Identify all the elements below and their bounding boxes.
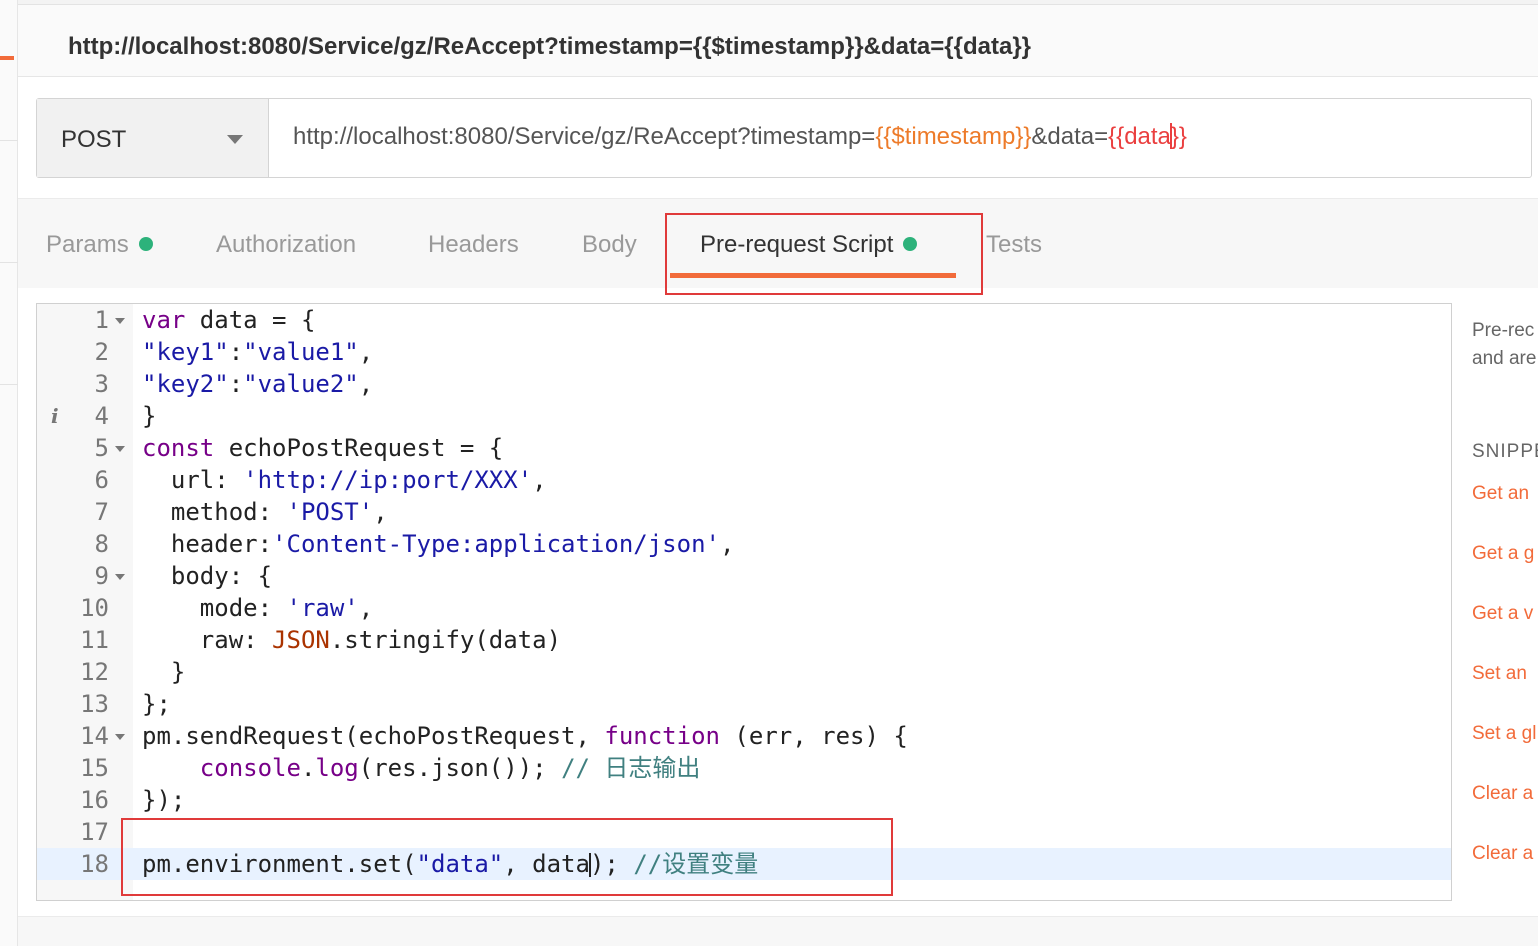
snippet-link[interactable]: Get a g bbox=[1472, 543, 1534, 565]
code-text: var data = { bbox=[142, 306, 316, 334]
code-text: method: 'POST', bbox=[142, 498, 388, 526]
code-line: 5 const echoPostRequest = { bbox=[37, 432, 1451, 464]
code-line: 8 header:'Content-Type:application/json'… bbox=[37, 528, 1451, 560]
left-panel-divider bbox=[0, 384, 18, 385]
snippet-link[interactable]: Set a gl bbox=[1472, 723, 1536, 745]
line-number: 3 bbox=[94, 370, 109, 398]
tab-params[interactable]: Params bbox=[46, 231, 153, 259]
code-line: 10 mode: 'raw', bbox=[37, 592, 1451, 624]
url-variable-timestamp: {{$timestamp}} bbox=[875, 123, 1032, 150]
code-text: console.log(res.json()); // 日志输出 bbox=[199, 754, 701, 782]
snippets-heading: SNIPPE bbox=[1472, 441, 1538, 462]
code-line: i 4} bbox=[37, 400, 1451, 432]
tab-label: Params bbox=[46, 231, 129, 258]
line-number: 14 bbox=[80, 722, 109, 750]
line-number: 2 bbox=[94, 338, 109, 366]
tab-label: Authorization bbox=[216, 231, 357, 258]
left-panel-accent bbox=[0, 56, 14, 60]
line-number: 5 bbox=[94, 434, 109, 462]
left-panel-edge bbox=[0, 0, 18, 946]
line-number: 16 bbox=[80, 786, 109, 814]
code-text: pm.sendRequest(echoPostRequest, function… bbox=[142, 722, 908, 750]
code-line: 6 url: 'http://ip:port/XXX', bbox=[37, 464, 1451, 496]
code-text: }); bbox=[142, 786, 186, 814]
code-line: 9 body: { bbox=[37, 560, 1451, 592]
line-number: 13 bbox=[80, 690, 109, 718]
left-panel-divider bbox=[0, 140, 18, 141]
line-number: 11 bbox=[80, 626, 109, 654]
method-label: POST bbox=[61, 126, 127, 153]
line-number: 9 bbox=[94, 562, 109, 590]
line-number: 6 bbox=[94, 466, 109, 494]
left-panel-divider bbox=[0, 262, 18, 263]
code-line: 7 method: 'POST', bbox=[37, 496, 1451, 528]
snippet-link[interactable]: Clear a bbox=[1472, 783, 1533, 805]
url-variable-data-close: }} bbox=[1170, 123, 1187, 150]
code-text: const echoPostRequest = { bbox=[142, 434, 504, 462]
line-number: 15 bbox=[80, 754, 109, 782]
code-text: } bbox=[142, 402, 157, 430]
code-line: 11 raw: JSON.stringify(data) bbox=[37, 624, 1451, 656]
url-input[interactable]: http://localhost:8080/Service/gz/ReAccep… bbox=[293, 123, 1187, 151]
method-select[interactable]: POST bbox=[37, 99, 269, 177]
code-text: raw: JSON.stringify(data) bbox=[142, 626, 562, 654]
line-number: 8 bbox=[94, 530, 109, 558]
code-line: 15 console.log(res.json()); // 日志输出 bbox=[37, 752, 1451, 784]
code-line: 12 } bbox=[37, 656, 1451, 688]
line-number: 1 bbox=[94, 306, 109, 334]
code-text: mode: 'raw', bbox=[142, 594, 374, 622]
line-number: 4 bbox=[94, 402, 109, 430]
request-title-bar: http://localhost:8080/Service/gz/ReAccep… bbox=[18, 5, 1538, 77]
tab-body[interactable]: Body bbox=[582, 231, 637, 259]
url-mid: &data= bbox=[1031, 123, 1109, 150]
script-editor[interactable]: 1 var data = { 2 "key1":"value1", 3 "key2":… bbox=[36, 303, 1452, 901]
url-bar: POST http://localhost:8080/Service/gz/Re… bbox=[36, 98, 1532, 178]
tab-label: Tests bbox=[986, 231, 1043, 258]
tab-tests[interactable]: Tests bbox=[986, 231, 1042, 259]
code-text: } bbox=[142, 658, 186, 686]
code-text: url: 'http://ip:port/XXX', bbox=[142, 466, 547, 494]
url-variable-data: {{data bbox=[1108, 123, 1171, 150]
code-text: "key2":"value2", bbox=[142, 370, 374, 398]
code-text: header:'Content-Type:application/json', bbox=[142, 530, 735, 558]
code-line: 1 var data = { bbox=[37, 304, 1451, 336]
tab-label: Headers bbox=[428, 231, 519, 258]
tab-headers[interactable]: Headers bbox=[428, 231, 519, 259]
code-text: "key1":"value1", bbox=[142, 338, 374, 366]
status-dot-icon bbox=[138, 237, 153, 251]
tab-label: Body bbox=[582, 231, 637, 258]
line-number: 17 bbox=[80, 818, 109, 846]
url-base: http://localhost:8080/Service/gz/ReAccep… bbox=[293, 123, 876, 150]
annotation-box-tab bbox=[665, 213, 983, 295]
line-number: 10 bbox=[80, 594, 109, 622]
fold-arrow-icon[interactable] bbox=[115, 574, 125, 580]
tab-authorization[interactable]: Authorization bbox=[216, 231, 356, 259]
code-line: 2 "key1":"value1", bbox=[37, 336, 1451, 368]
chevron-down-icon bbox=[227, 135, 243, 144]
snippet-link[interactable]: Get a v bbox=[1472, 603, 1533, 625]
code-text: }; bbox=[142, 690, 171, 718]
fold-arrow-icon[interactable] bbox=[115, 318, 125, 324]
annotation-box-code bbox=[121, 818, 893, 896]
snippets-sidebar: Pre-recand are SNIPPE Get an Get a g Get… bbox=[1452, 303, 1538, 903]
code-text: body: { bbox=[142, 562, 273, 590]
snippet-link[interactable]: Get an bbox=[1472, 483, 1529, 505]
code-line: 16}); bbox=[37, 784, 1451, 816]
sidebar-description: Pre-rec and are bbox=[1472, 320, 1537, 369]
fold-arrow-icon[interactable] bbox=[115, 446, 125, 452]
code-line: 13}; bbox=[37, 688, 1451, 720]
line-number: 18 bbox=[80, 850, 109, 878]
request-title[interactable]: http://localhost:8080/Service/gz/ReAccep… bbox=[68, 33, 1031, 61]
bottom-bar bbox=[18, 916, 1538, 946]
line-number: 7 bbox=[94, 498, 109, 526]
code-line: 14 pm.sendRequest(echoPostRequest, functi… bbox=[37, 720, 1451, 752]
code-line: 3 "key2":"value2", bbox=[37, 368, 1451, 400]
snippet-link[interactable]: Clear a bbox=[1472, 843, 1533, 865]
snippet-link[interactable]: Set an bbox=[1472, 663, 1527, 685]
fold-arrow-icon[interactable] bbox=[115, 734, 125, 740]
line-number: 12 bbox=[80, 658, 109, 686]
